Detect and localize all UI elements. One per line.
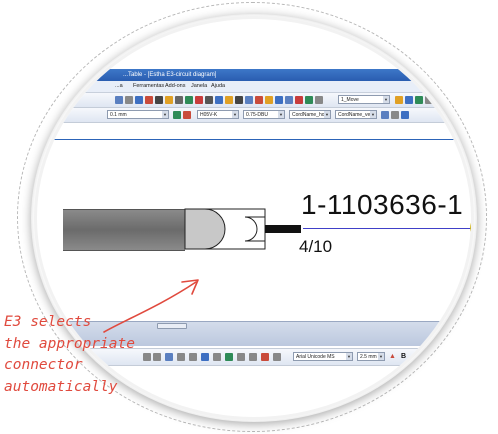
- select-icon[interactable]: [115, 96, 123, 104]
- symbol-insert-icon[interactable]: [225, 353, 233, 361]
- chevron-down-icon: ▼: [232, 111, 238, 118]
- wire-line[interactable]: [303, 228, 471, 229]
- italic-button[interactable]: I: [409, 352, 418, 361]
- wire-type-combo[interactable]: H05V-K ▼: [197, 110, 239, 119]
- cable-body[interactable]: [63, 209, 185, 251]
- table-icon[interactable]: [165, 353, 173, 361]
- cordname-vert-combo[interactable]: CordName_vert ▼: [335, 110, 377, 119]
- arrow-icon[interactable]: [135, 96, 143, 104]
- attribute-icon[interactable]: [401, 111, 409, 119]
- window-title: ...Table - [Estha E3-circuit diagram]: [123, 72, 217, 78]
- cordname-vert-value: CordName_vert: [338, 112, 374, 118]
- print-icon[interactable]: [415, 96, 423, 104]
- canvas-border: [37, 139, 471, 140]
- symbol-icon[interactable]: [165, 96, 173, 104]
- window-titlebar[interactable]: ...Table - [Estha E3-circuit diagram]: [37, 69, 471, 81]
- layer-icon[interactable]: [381, 111, 389, 119]
- line-width-combo[interactable]: 0.1 mm ▼: [107, 110, 169, 119]
- chevron-down-icon: ▼: [383, 96, 389, 103]
- menu-item-tools[interactable]: Ferramentas: [133, 81, 164, 92]
- font-color-icon[interactable]: ▲: [388, 352, 397, 361]
- chevron-down-icon: ▼: [278, 111, 284, 118]
- insert-icon[interactable]: [145, 96, 153, 104]
- check-icon[interactable]: [305, 96, 313, 104]
- connector-socket: [244, 216, 258, 242]
- caption-line-4: automatically: [4, 378, 118, 395]
- chevron-down-icon: ▼: [346, 353, 352, 360]
- menu-item-window[interactable]: Janela: [191, 81, 207, 92]
- chevron-down-icon: ▼: [324, 111, 330, 118]
- caption-line-3: connector: [4, 357, 83, 373]
- stop-icon[interactable]: [195, 96, 203, 104]
- caption: E3 selects the appropriate connector aut…: [4, 312, 164, 398]
- connect-icon[interactable]: [185, 96, 193, 104]
- connector-housing: [184, 208, 266, 250]
- cable-icon[interactable]: [205, 96, 213, 104]
- save-icon[interactable]: [405, 96, 413, 104]
- caption-line-2: the appropriate: [4, 335, 135, 352]
- menu-item-help[interactable]: Ajuda: [211, 81, 225, 92]
- move-icon[interactable]: [125, 96, 133, 104]
- wire-type-value: H05V-K: [200, 112, 218, 118]
- wire-icon[interactable]: [155, 96, 163, 104]
- chevron-down-icon: ▼: [378, 353, 384, 360]
- paste-icon[interactable]: [285, 96, 293, 104]
- chain-icon[interactable]: [249, 353, 257, 361]
- measure-icon[interactable]: [235, 96, 243, 104]
- bold-button[interactable]: B: [399, 352, 408, 361]
- text-icon[interactable]: [175, 96, 183, 104]
- highlight-icon[interactable]: [225, 96, 233, 104]
- options-icon[interactable]: [425, 96, 433, 104]
- sheet-reference-label[interactable]: 4/10: [299, 237, 332, 257]
- cross-section-combo[interactable]: 0.75-DBU ▼: [243, 110, 285, 119]
- sheet-combo-value: 1_Move: [341, 97, 359, 103]
- bolt-icon[interactable]: [265, 96, 273, 104]
- unlink-icon[interactable]: [261, 353, 269, 361]
- font-size-combo[interactable]: 2.5 mm ▼: [357, 352, 385, 361]
- caption-line-1: E3 selects: [4, 314, 92, 330]
- chevron-down-icon: ▼: [162, 111, 168, 118]
- flag-icon[interactable]: [255, 96, 263, 104]
- frame-icon[interactable]: [177, 353, 185, 361]
- part-number-label[interactable]: 1-1103636-1: [301, 189, 463, 221]
- search-icon[interactable]: [273, 353, 281, 361]
- shape-icon[interactable]: [213, 353, 221, 361]
- cross-section-value: 0.75-DBU: [246, 112, 268, 118]
- fill-icon[interactable]: [183, 111, 191, 119]
- sheet-combo[interactable]: 1_Move ▼: [338, 95, 390, 104]
- line-icon[interactable]: [215, 96, 223, 104]
- image-icon[interactable]: [201, 353, 209, 361]
- pin-terminal[interactable]: [265, 225, 301, 233]
- chevron-down-icon: ▼: [370, 111, 376, 118]
- properties-toolbar: 0.1 mm ▼ H05V-K ▼ 0.75-DBU ▼ CordName_hori ▼…: [37, 108, 471, 123]
- line-width-value: 0.1 mm: [110, 112, 127, 118]
- font-name-combo[interactable]: Arial Unicode MS ▼: [293, 352, 353, 361]
- cordname-hori-combo[interactable]: CordName_hori ▼: [289, 110, 331, 119]
- border-icon[interactable]: [189, 353, 197, 361]
- delete-icon[interactable]: [295, 96, 303, 104]
- link-icon[interactable]: [237, 353, 245, 361]
- grid-icon[interactable]: [245, 96, 253, 104]
- settings-icon[interactable]: [391, 111, 399, 119]
- menu-bar: ...a Ferramentas Add-ons Janela Ajuda: [37, 81, 471, 93]
- font-size-value: 2.5 mm: [360, 354, 377, 360]
- zoom-icon[interactable]: [315, 96, 323, 104]
- cordname-hori-value: CordName_hori: [292, 112, 328, 118]
- color-icon[interactable]: [173, 111, 181, 119]
- standard-toolbar: 1_Move ▼: [37, 93, 471, 108]
- menu-item-addons[interactable]: Add-ons: [165, 81, 186, 92]
- folder-icon[interactable]: [395, 96, 403, 104]
- connector-plug: [184, 208, 226, 250]
- underline-icon[interactable]: [421, 353, 429, 361]
- font-name-value: Arial Unicode MS: [296, 354, 335, 360]
- menu-item-0[interactable]: ...a: [115, 81, 123, 92]
- copy-icon[interactable]: [275, 96, 283, 104]
